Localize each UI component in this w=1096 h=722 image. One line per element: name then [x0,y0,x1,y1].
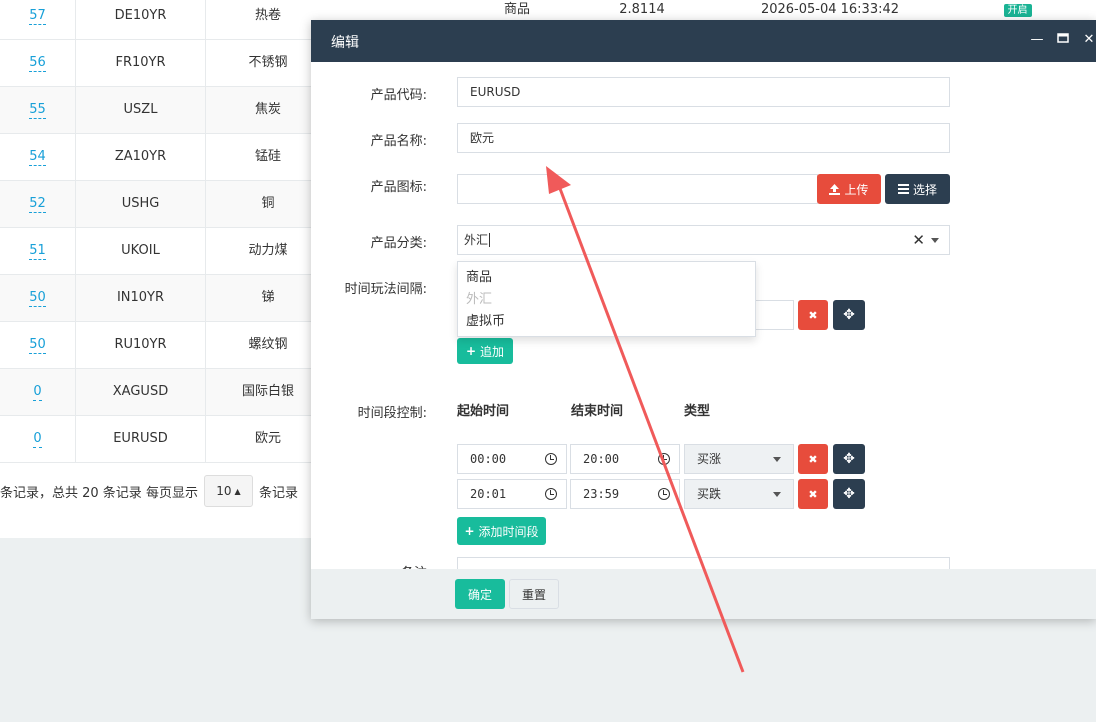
category-select[interactable]: 外汇 ✕ [457,225,950,255]
upload-label: 上传 [844,182,869,197]
product-code-cell: UKOIL [76,228,206,275]
weigh-link[interactable]: 54 [29,149,46,166]
clock-icon[interactable] [545,488,557,500]
close-icon[interactable]: ✕ [1081,32,1096,48]
clock-icon[interactable] [545,453,557,465]
pagination-suffix: 条记录 [258,485,298,501]
category-option[interactable]: 虚拟币 [458,311,755,333]
category-dropdown: 商品 外汇 虚拟币 [457,261,756,337]
icon-label: 产品图标: [370,180,427,195]
col-type: 类型 [684,404,711,419]
edit-modal: 编辑 — ✕ 产品代码: EURUSD 产品名称: 欧元 产品图标: 上传 选择… [311,20,1096,619]
weigh-link[interactable]: 50 [29,290,46,307]
category-search-text[interactable]: 外汇 [464,233,488,247]
name-input[interactable]: 欧元 [457,123,950,153]
period-label: 时间段控制: [357,406,427,421]
add-period-button[interactable]: + 添加时间段 [457,517,546,545]
upload-icon [829,183,841,195]
drag-interval-button[interactable]: ✥ [833,300,865,330]
drag-period-button[interactable]: ✥ [833,444,865,474]
reset-button[interactable]: 重置 [509,579,559,609]
category-option: 外汇 [466,292,493,307]
drag-period-button[interactable]: ✥ [833,479,865,509]
remove-interval-button[interactable]: ✖ [798,300,828,330]
product-code-cell: RU10YR [76,322,206,369]
product-code-cell: XAGUSD [76,369,206,416]
move-icon: ✥ [843,486,855,502]
weigh-link[interactable]: 50 [29,337,46,354]
weigh-link[interactable]: 51 [29,243,46,260]
add-period-label: 添加时间段 [478,524,539,539]
maximize-icon[interactable] [1055,32,1071,48]
chevron-down-icon[interactable] [931,238,939,243]
remark-textarea[interactable] [457,557,950,569]
category-option[interactable]: 商品 [458,267,755,289]
move-icon: ✥ [843,451,855,467]
interval-label: 时间玩法间隔: [344,282,427,297]
times-icon: ✖ [808,487,818,501]
append-label: 追加 [480,344,505,359]
icon-input[interactable] [457,174,818,204]
times-icon: ✖ [808,452,818,466]
weigh-link[interactable]: 57 [29,8,46,25]
chevron-down-icon [773,457,781,462]
col-start-time: 起始时间 [457,404,510,419]
plus-icon: + [465,344,477,358]
times-icon: ✖ [808,308,818,322]
chevron-down-icon [773,492,781,497]
choose-button[interactable]: 选择 [885,174,950,204]
page-size-value: 10 [216,484,232,498]
remove-period-button[interactable]: ✖ [798,444,828,474]
product-code-cell: IN10YR [76,275,206,322]
product-code-cell: EURUSD [76,416,206,463]
weigh-link[interactable]: 56 [29,55,46,72]
type-select[interactable]: 买跌 [684,479,794,509]
weigh-link[interactable]: 55 [29,102,46,119]
end-time-input[interactable]: 20:00 [570,444,680,474]
list-icon [897,184,909,194]
code-input[interactable]: EURUSD [457,77,950,107]
upload-button[interactable]: 上传 [817,174,881,204]
modal-body: 产品代码: EURUSD 产品名称: 欧元 产品图标: 上传 选择 产品分类: … [311,62,1096,569]
pagination-prefix: 条记录，总共 20 条记录 每页显示 [0,485,198,501]
clear-icon[interactable]: ✕ [912,226,925,254]
weigh-link[interactable]: 0 [33,384,42,401]
product-code-cell: USZL [76,87,206,134]
weigh-link[interactable]: 52 [29,196,46,213]
plus-icon: + [464,524,475,538]
col-end-time: 结束时间 [571,404,624,419]
move-icon: ✥ [843,307,855,323]
category-label: 产品分类: [370,236,427,251]
end-time-input[interactable]: 23:59 [570,479,680,509]
name-label: 产品名称: [370,134,427,149]
product-code-cell: FR10YR [76,40,206,87]
append-button[interactable]: + 追加 [457,338,513,364]
page-size-select[interactable]: 10 ▲ [203,475,253,507]
minimize-icon[interactable]: — [1029,32,1045,48]
status-badge: 开启 [1003,4,1032,17]
remark-label: 备注 [401,562,427,569]
pagination-info: 条记录，总共 20 条记录 每页显示 10 ▲ 条记录 [0,475,298,507]
choose-label: 选择 [912,182,937,197]
clock-icon[interactable] [658,453,670,465]
type-select[interactable]: 买涨 [684,444,794,474]
product-code-cell: DE10YR [76,0,206,40]
start-time-input[interactable]: 00:00 [457,444,567,474]
interval-input[interactable] [751,300,794,330]
weigh-link[interactable]: 0 [33,431,42,448]
product-code-cell: ZA10YR [76,134,206,181]
confirm-button[interactable]: 确定 [455,579,505,609]
remove-period-button[interactable]: ✖ [798,479,828,509]
product-code-cell: USHG [76,181,206,228]
modal-header[interactable]: 编辑 — ✕ [311,20,1096,62]
caret-up-icon: ▲ [234,486,241,496]
modal-footer: 确定 重置 [311,569,1096,619]
modal-title: 编辑 [331,35,359,51]
code-label: 产品代码: [370,88,427,103]
clock-icon[interactable] [658,488,670,500]
start-time-input[interactable]: 20:01 [457,479,567,509]
